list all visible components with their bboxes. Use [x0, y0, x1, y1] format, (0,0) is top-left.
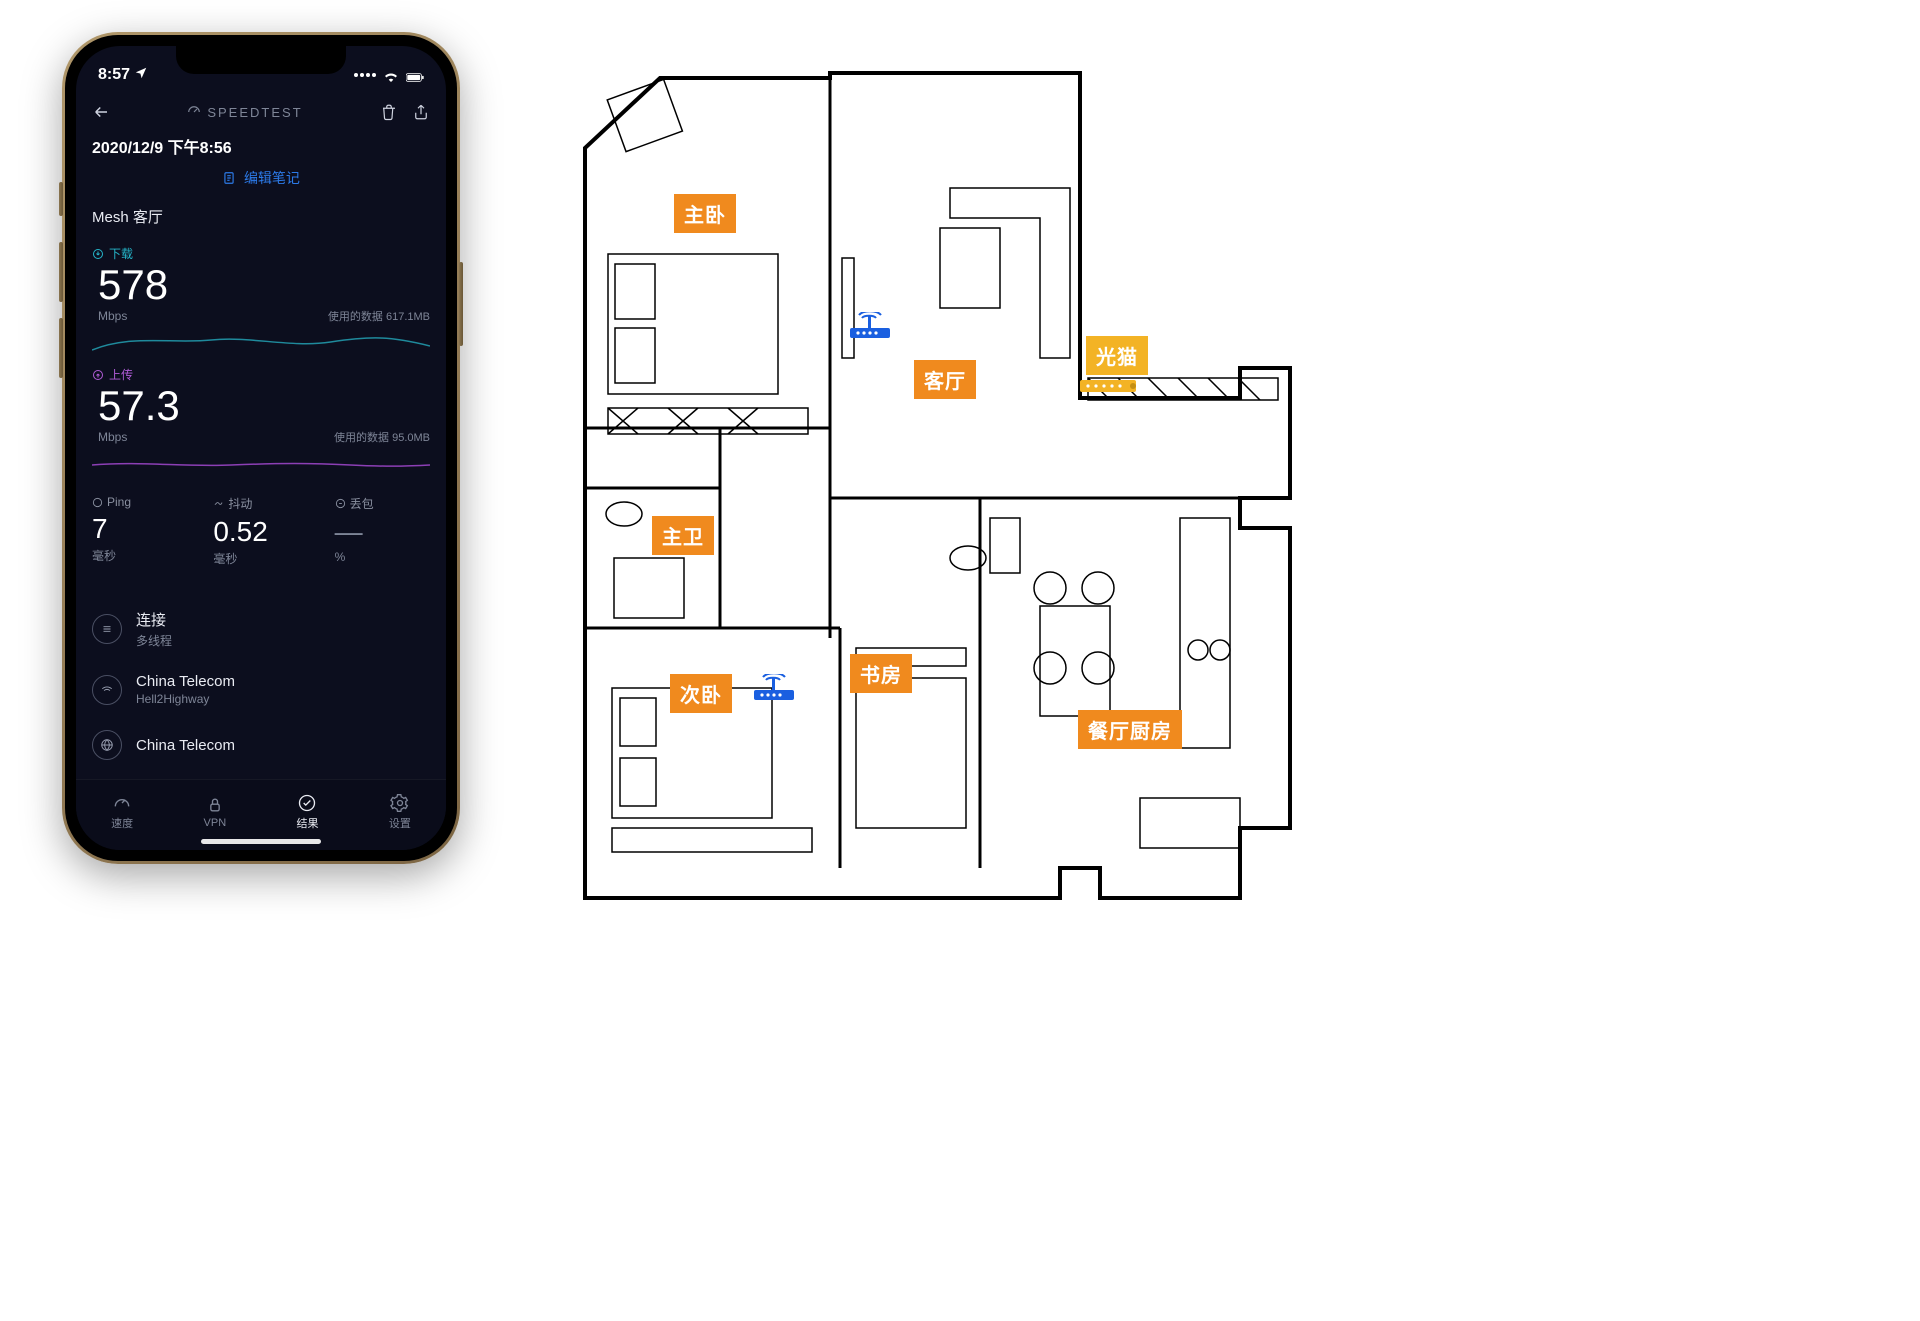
- upload-label: 上传: [92, 366, 430, 383]
- delete-button[interactable]: [380, 103, 398, 121]
- jitter-metric: 抖动 0.52 毫秒: [213, 495, 308, 567]
- tab-settings[interactable]: 设置: [389, 793, 411, 831]
- room-label-master-bath: 主卫: [652, 516, 714, 555]
- result-timestamp: 2020/12/9 下午8:56: [92, 134, 430, 158]
- mute-switch: [59, 182, 63, 216]
- volume-down-button: [59, 318, 63, 378]
- download-label: 下载: [92, 245, 430, 262]
- modem-icon: [1080, 378, 1140, 394]
- upload-value: 57.3: [92, 385, 430, 427]
- tab-speed[interactable]: 速度: [111, 793, 133, 831]
- app-title: SPEEDTEST: [187, 105, 302, 120]
- room-label-modem: 光猫: [1086, 336, 1148, 375]
- speedtest-app: SPEEDTEST 2020/12/9 下午8:56 编辑笔记: [76, 92, 446, 850]
- server-row[interactable]: China Telecom: [92, 718, 430, 772]
- download-graph: [92, 330, 430, 356]
- test-location-label: Mesh 客厅: [92, 206, 430, 227]
- connection-row[interactable]: 连接 多线程: [92, 597, 430, 661]
- router-icon: [752, 674, 796, 702]
- app-nav: SPEEDTEST: [92, 92, 430, 132]
- latency-metrics: Ping 7 毫秒 抖动 0.52 毫秒 丢包 — %: [92, 495, 430, 567]
- room-label-study: 书房: [850, 654, 912, 693]
- download-value: 578: [92, 264, 430, 306]
- tab-results[interactable]: 结果: [296, 793, 318, 831]
- edit-notes-link[interactable]: 编辑笔记: [92, 168, 430, 188]
- upload-metric: 上传 57.3 Mbps 使用的数据 95.0MB: [92, 366, 430, 477]
- download-metric: 下载 578 Mbps 使用的数据 617.1MB: [92, 245, 430, 356]
- packet-loss-metric: 丢包 — %: [335, 495, 430, 567]
- ping-metric: Ping 7 毫秒: [92, 495, 187, 567]
- download-unit: Mbps: [98, 309, 127, 323]
- upload-graph: [92, 451, 430, 477]
- tab-vpn[interactable]: VPN: [204, 795, 227, 829]
- floor-plan-svg: [520, 28, 1310, 908]
- isp-row[interactable]: China Telecom Hell2Highway: [92, 661, 430, 718]
- download-data-used: 使用的数据 617.1MB: [328, 308, 430, 324]
- router-icon: [848, 312, 892, 340]
- battery-icon: [406, 69, 424, 81]
- status-time: 8:57: [98, 66, 130, 84]
- globe-icon: [92, 730, 122, 760]
- room-label-second-bedroom: 次卧: [670, 674, 732, 713]
- floor-plan: 主卧 客厅 光猫 主卫 次卧 书房 餐厅厨房: [520, 28, 1310, 908]
- back-button[interactable]: [92, 103, 110, 121]
- share-button[interactable]: [412, 103, 430, 121]
- room-label-master-bedroom: 主卧: [674, 194, 736, 233]
- power-button: [459, 262, 463, 346]
- wifi-icon: [382, 69, 400, 81]
- room-label-dining-kitchen: 餐厅厨房: [1078, 710, 1182, 749]
- volume-up-button: [59, 242, 63, 302]
- wifi-icon: [92, 675, 122, 705]
- location-services-icon: [134, 66, 148, 85]
- room-label-living-room: 客厅: [914, 360, 976, 399]
- phone-notch: [176, 46, 346, 74]
- connection-info-list: 连接 多线程 China Telecom Hell2Highway: [92, 597, 430, 772]
- upload-unit: Mbps: [98, 430, 127, 444]
- cellular-signal-icon: [354, 73, 376, 77]
- phone-screen: 8:57: [76, 46, 446, 850]
- phone-mockup: 8:57: [62, 32, 460, 864]
- upload-data-used: 使用的数据 95.0MB: [334, 429, 430, 445]
- home-indicator[interactable]: [201, 839, 321, 844]
- connection-icon: [92, 614, 122, 644]
